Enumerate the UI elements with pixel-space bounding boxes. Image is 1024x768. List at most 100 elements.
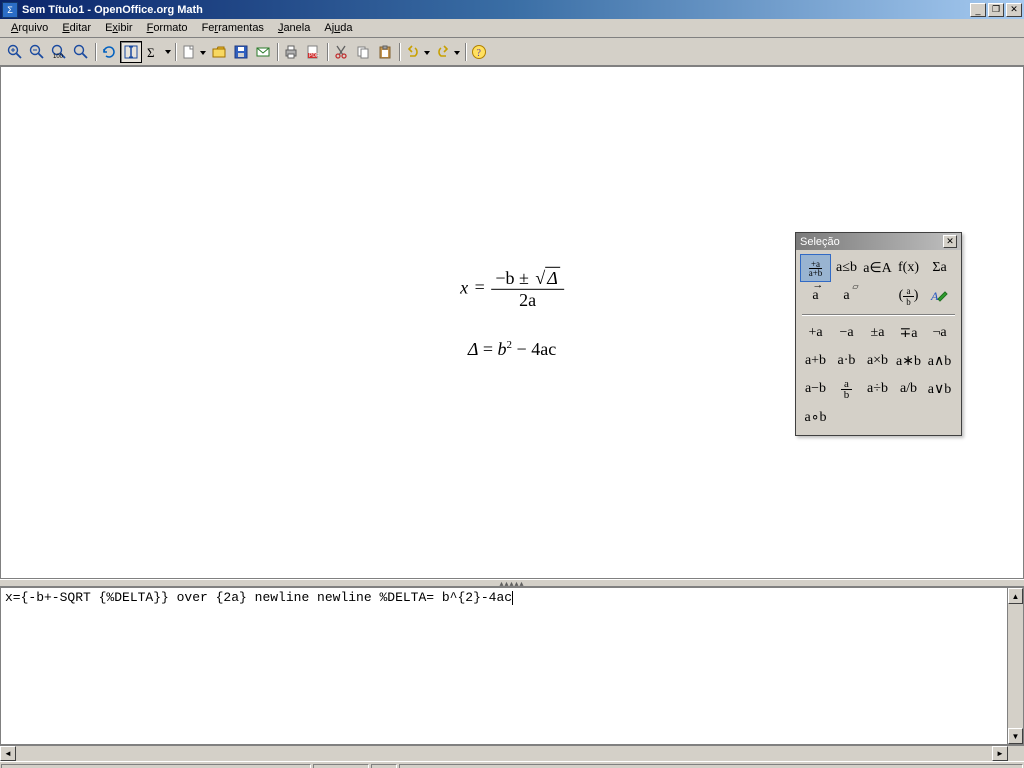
email-button[interactable] [252, 41, 274, 63]
scroll-corner [1008, 746, 1024, 761]
scroll-left-button[interactable]: ◄ [0, 746, 16, 761]
svg-text:PDF: PDF [309, 53, 319, 59]
category-set-ops[interactable]: a∈A [862, 254, 893, 282]
export-pdf-button[interactable]: PDF [302, 41, 324, 63]
close-button[interactable]: ✕ [1006, 3, 1022, 17]
menu-editar[interactable]: Editar [55, 21, 98, 35]
redo-dropdown-icon[interactable] [454, 46, 462, 58]
op-blank-1 [831, 403, 862, 431]
sigma-catalog-button[interactable]: Σ [142, 41, 164, 63]
toolbar: 100 Σ PDF ? [0, 38, 1024, 66]
op-a-dot-b[interactable]: a·b [831, 347, 862, 375]
radicand-delta: Δ [545, 266, 560, 287]
op-blank-3 [893, 403, 924, 431]
dropdown-arrow-icon[interactable] [164, 44, 172, 60]
text-caret [512, 591, 513, 605]
app-icon: Σ [2, 2, 18, 18]
menu-janela[interactable]: Janela [271, 21, 317, 35]
zoom-out-button[interactable] [26, 41, 48, 63]
menu-janela-label: anela [283, 22, 310, 34]
window-title: Sem Título1 - OpenOffice.org Math [22, 4, 203, 16]
zoom-in-button[interactable] [4, 41, 26, 63]
palette-titlebar[interactable]: Seleção ✕ [796, 233, 961, 250]
menu-formato[interactable]: Formato [140, 21, 195, 35]
op-a-or-b[interactable]: a∨b [924, 375, 955, 403]
paste-button[interactable] [374, 41, 396, 63]
op-a-over-b[interactable]: ab [831, 375, 862, 403]
new-button[interactable] [178, 41, 200, 63]
svg-text:?: ? [477, 48, 482, 59]
op-a-div-b[interactable]: a÷b [862, 375, 893, 403]
print-direct-button[interactable] [280, 41, 302, 63]
op-a-times-b[interactable]: a×b [862, 347, 893, 375]
open-button[interactable] [208, 41, 230, 63]
menu-formato-label: ormato [153, 22, 187, 34]
svg-text:A: A [930, 289, 939, 303]
numerator-prefix: −b ± [495, 267, 529, 287]
titlebar: Σ Sem Título1 - OpenOffice.org Math _ ❐ … [0, 0, 1024, 19]
op-minus-a[interactable]: −a [831, 319, 862, 347]
editor-horizontal-scrollbar[interactable] [16, 746, 992, 761]
op-a-slash-b[interactable]: a/b [893, 375, 924, 403]
menu-ajuda[interactable]: Ajuda [317, 21, 359, 35]
editor-vertical-scrollbar[interactable]: ▲ ▼ [1007, 588, 1023, 744]
op-a-circ-b[interactable]: a∘b [800, 403, 831, 431]
scroll-right-button[interactable]: ► [992, 746, 1008, 761]
menu-arquivo[interactable]: Arquivo [4, 21, 55, 35]
category-attributes-acc[interactable]: a▱ [831, 282, 862, 310]
category-blank [862, 282, 893, 310]
copy-button[interactable] [352, 41, 374, 63]
menu-exibir-label: ibir [118, 22, 133, 34]
category-relations[interactable]: a≤b [831, 254, 862, 282]
refresh-button[interactable] [98, 41, 120, 63]
save-button[interactable] [230, 41, 252, 63]
status-modified: * [371, 764, 397, 768]
formula-rendered: x = −b ± Δ 2a Δ = b2 − 4ac [460, 267, 564, 359]
category-unary-binary[interactable]: +aa+b [800, 254, 831, 282]
restore-button[interactable]: ❐ [988, 3, 1004, 17]
scroll-down-button[interactable]: ▼ [1008, 728, 1023, 744]
minimize-button[interactable]: _ [970, 3, 986, 17]
selection-palette[interactable]: Seleção ✕ +aa+b a≤b a∈A f(x) Σa a→ a▱ (a… [795, 232, 962, 436]
menu-ferramentas[interactable]: Ferramentas [195, 21, 271, 35]
splitter-handle[interactable]: ▴▴▴▴▴ [0, 579, 1024, 587]
menu-arquivo-label: rquivo [18, 22, 48, 34]
formula-x: x [460, 277, 468, 297]
formula-editor[interactable]: x={-b+-SQRT {%DELTA}} over {2a} newline … [1, 588, 1007, 744]
menu-ajuda-label: da [340, 22, 352, 34]
op-plusminus-a[interactable]: ±a [862, 319, 893, 347]
status-pane-1 [1, 764, 311, 768]
menu-exibir[interactable]: Exibir [98, 21, 140, 35]
help-button[interactable]: ? [468, 41, 490, 63]
status-pane-4 [399, 764, 1023, 768]
status-zoom[interactable]: 100% [313, 764, 369, 768]
undo-button[interactable] [402, 41, 424, 63]
undo-dropdown-icon[interactable] [424, 46, 432, 58]
op-not-a[interactable]: ¬a [924, 319, 955, 347]
op-a-minus-b[interactable]: a−b [800, 375, 831, 403]
menu-ferramentas-label: ramentas [218, 22, 264, 34]
palette-close-button[interactable]: ✕ [943, 235, 957, 248]
statusbar: 100% * [0, 761, 1024, 768]
op-blank-4 [924, 403, 955, 431]
zoom-fit-button[interactable] [70, 41, 92, 63]
svg-text:Σ: Σ [147, 45, 155, 60]
scroll-up-button[interactable]: ▲ [1008, 588, 1023, 604]
cut-button[interactable] [330, 41, 352, 63]
op-plus-a[interactable]: +a [800, 319, 831, 347]
op-a-and-b[interactable]: a∧b [924, 347, 955, 375]
redo-button[interactable] [432, 41, 454, 63]
category-functions[interactable]: f(x) [893, 254, 924, 282]
op-a-plus-b[interactable]: a+b [800, 347, 831, 375]
category-brackets[interactable]: (ab) [893, 282, 924, 310]
category-attributes-vec[interactable]: a→ [800, 282, 831, 310]
formula-cursor-button[interactable] [120, 41, 142, 63]
op-minusplus-a[interactable]: ∓a [893, 319, 924, 347]
category-operators[interactable]: Σa [924, 254, 955, 282]
op-a-ast-b[interactable]: a∗b [893, 347, 924, 375]
category-formats[interactable]: A [924, 282, 955, 310]
op-blank-2 [862, 403, 893, 431]
new-dropdown-icon[interactable] [200, 46, 208, 58]
zoom-100-button[interactable]: 100 [48, 41, 70, 63]
menu-editar-label: ditar [70, 22, 91, 34]
